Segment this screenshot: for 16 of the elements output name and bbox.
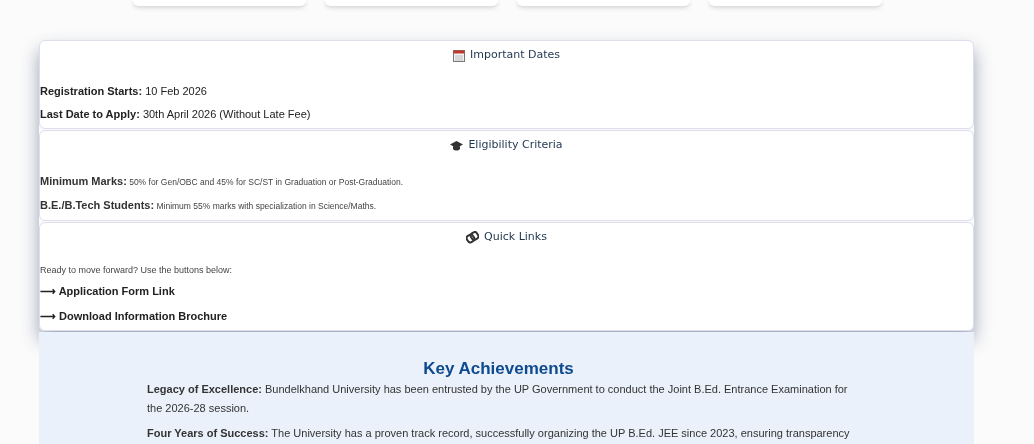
date-entry: Registration Starts: 10 Feb 2026 [40, 84, 208, 99]
date-entry: Last Date to Apply: 30th April 2026 (Without Late Fee) [40, 107, 312, 122]
panel-title: Eligibility Criteria [468, 137, 563, 154]
achievement-text: Four Years of Success: The University has a proven track record, successfully organizing the UP B.Ed. JEE since 2023, ensuring transparency [147, 426, 850, 441]
quick-link[interactable]: ⟶ Download Information Brochure [40, 310, 228, 322]
criteria-entry: B.E./B.Tech Students: Minimum 55% marks with specialization in Science/Maths. [40, 198, 378, 213]
panel-title: Important Dates [469, 47, 561, 64]
calendar-icon [452, 49, 465, 62]
achievement-text: Legacy of Excellence: Bundelkhand University has been entrusted by the UP Government to conduct the Joint B.Ed. Entrance Examination for the 2026-28 session. [147, 382, 849, 416]
section-heading: Key Achievements [422, 358, 575, 380]
criteria-entry: Minimum Marks: 50% for Gen/OBC and 45% for SC/ST in Graduation or Post-Graduation. [40, 174, 405, 189]
link-icon [466, 231, 480, 244]
quick-link[interactable]: ⟶ Application Form Link [40, 285, 175, 297]
panel-title: Quick Links [484, 229, 547, 246]
intro-text: Ready to move forward? Use the buttons below: [40, 264, 234, 277]
graduation-cap-icon [450, 140, 464, 151]
